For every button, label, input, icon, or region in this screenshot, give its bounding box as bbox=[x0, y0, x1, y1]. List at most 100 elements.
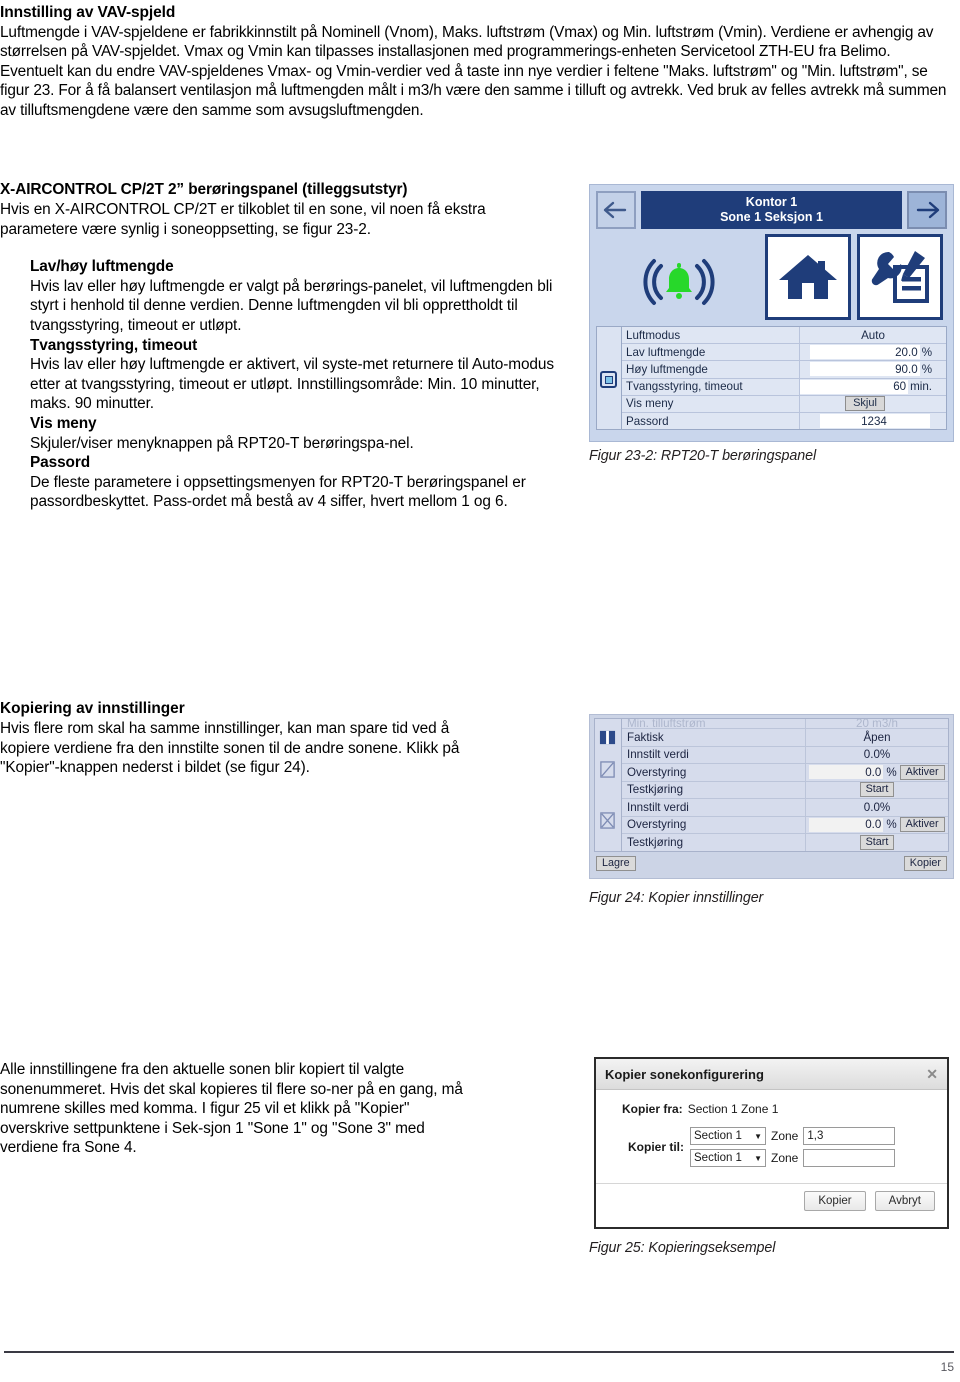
row-value: 0.0 % Aktiver bbox=[806, 764, 948, 781]
row-value: 60 min. bbox=[800, 379, 946, 395]
param-text: De fleste parametere i oppsettingsmenyen… bbox=[30, 473, 526, 511]
param-vis-meny: Vis meny Skjuler/viser menyknappen på RP… bbox=[30, 414, 560, 453]
section-cp2t-body: Hvis en X-AIRCONTROL CP/2T er tilkoblet … bbox=[0, 201, 486, 238]
nav-back-button[interactable] bbox=[596, 191, 636, 229]
kopier-button[interactable]: Kopier bbox=[903, 856, 947, 871]
nav-forward-button[interactable] bbox=[907, 191, 947, 229]
touchpanel-icon bbox=[600, 371, 617, 388]
home-button[interactable] bbox=[765, 234, 851, 320]
row-value: 0.0% bbox=[863, 800, 891, 814]
zone-table-rows: Min. tilluftstrøm 20 m3/h Faktisk Åpen I… bbox=[622, 719, 948, 851]
table-row: Testkjøring Start bbox=[622, 834, 948, 851]
table-row: Vis meny Skjul bbox=[622, 395, 946, 413]
row-label: Min. tilluftstrøm bbox=[622, 719, 806, 728]
section-select-1[interactable]: Section 1 ▼ bbox=[690, 1127, 766, 1145]
figure-25-caption: Figur 25: Kopieringseksempel bbox=[589, 1240, 776, 1256]
close-icon[interactable]: ✕ bbox=[926, 1067, 938, 1081]
table-row: Innstilt verdi 0.0% bbox=[622, 799, 948, 817]
row-value: 90.0 % bbox=[800, 361, 946, 377]
settings-button[interactable] bbox=[857, 234, 943, 320]
aktiver-button[interactable]: Aktiver bbox=[899, 764, 945, 780]
panel-table-rows: Luftmodus Auto Lav luftmengde 20.0 % Høy… bbox=[622, 327, 946, 430]
override-input[interactable]: 0.0 bbox=[809, 817, 884, 832]
value-input[interactable]: 60 bbox=[800, 379, 909, 394]
zone-parameter-table: Min. tilluftstrøm 20 m3/h Faktisk Åpen I… bbox=[594, 718, 949, 852]
row-value: 0.0 % Aktiver bbox=[806, 817, 948, 834]
damper-open-icon bbox=[600, 761, 615, 778]
alarm-indicator bbox=[642, 251, 716, 313]
start-button[interactable]: Start bbox=[859, 782, 895, 798]
value-input[interactable]: 20.0 bbox=[809, 345, 920, 360]
copy-to-line: Section 1 ▼ Zone bbox=[690, 1149, 896, 1167]
lagre-button[interactable]: Lagre bbox=[596, 856, 636, 871]
copy-from-row: Kopier fra: Section 1 Zone 1 bbox=[608, 1102, 935, 1116]
panel-table-gutter bbox=[597, 327, 622, 430]
row-label: Passord bbox=[622, 412, 800, 430]
zone-input-1[interactable]: 1,3 bbox=[803, 1127, 896, 1145]
table-row: Lav luftmengde 20.0 % bbox=[622, 344, 946, 362]
value-input[interactable]: 90.0 bbox=[809, 362, 920, 377]
zone-label-1: Zone bbox=[771, 1129, 799, 1143]
row-label: Høy luftmengde bbox=[622, 361, 800, 378]
param-title: Lav/høy luftmengde bbox=[30, 258, 174, 276]
copy-to-targets: Section 1 ▼ Zone 1,3 Section 1 ▼ Zone bbox=[690, 1127, 896, 1167]
table-row: Høy luftmengde 90.0 % bbox=[622, 361, 946, 379]
row-unit: % bbox=[921, 345, 932, 359]
row-label: Faktisk bbox=[622, 729, 806, 746]
zone-input-2[interactable] bbox=[803, 1149, 896, 1167]
table-row: Testkjøring Start bbox=[622, 781, 948, 799]
section-copy-example: Alle innstillingene fra den aktuelle son… bbox=[0, 1060, 480, 1158]
row-value: Start bbox=[806, 834, 948, 851]
row-unit: % bbox=[886, 818, 897, 832]
param-passord: Passord De fleste parametere i oppsettin… bbox=[30, 453, 560, 512]
override-input[interactable]: 0.0 bbox=[809, 765, 884, 780]
table-row: Faktisk Åpen bbox=[622, 729, 948, 747]
arrow-left-icon bbox=[603, 201, 627, 219]
dialog-kopier-button[interactable]: Kopier bbox=[804, 1191, 866, 1211]
section-kopiering: Kopiering av innstillinger Hvis flere ro… bbox=[0, 700, 500, 778]
table-row: Overstyring 0.0 % Aktiver bbox=[622, 816, 948, 834]
zone-table-gutter bbox=[595, 719, 622, 851]
section-select-2[interactable]: Section 1 ▼ bbox=[690, 1149, 766, 1167]
panel-title-line1: Kontor 1 bbox=[745, 195, 798, 209]
param-title: Vis meny bbox=[30, 414, 97, 432]
row-label: Innstilt verdi bbox=[622, 799, 806, 816]
zone-label-2: Zone bbox=[771, 1151, 799, 1165]
section-cp2t-heading: X-AIRCONTROL CP/2T 2” berøringspanel (ti… bbox=[0, 181, 408, 198]
section-cp2t: X-AIRCONTROL CP/2T 2” berøringspanel (ti… bbox=[0, 181, 560, 512]
copy-to-line: Section 1 ▼ Zone 1,3 bbox=[690, 1127, 896, 1145]
figure-kopier-innstillinger: Min. tilluftstrøm 20 m3/h Faktisk Åpen I… bbox=[589, 714, 954, 879]
skjul-button[interactable]: Skjul bbox=[845, 396, 885, 412]
section-select-1-value: Section 1 bbox=[694, 1130, 742, 1142]
dialog-titlebar: Kopier sonekonfigurering ✕ bbox=[596, 1059, 947, 1090]
panel-parameter-table: Luftmodus Auto Lav luftmengde 20.0 % Høy… bbox=[596, 326, 947, 431]
table-row: Luftmodus Auto bbox=[622, 327, 946, 345]
page-number: 15 bbox=[940, 1360, 954, 1374]
param-tvangsstyring-timeout: Tvangsstyring, timeout Hvis lav eller hø… bbox=[30, 336, 560, 414]
arrow-right-icon bbox=[916, 201, 940, 219]
dialog-footer: Kopier Avbryt bbox=[596, 1183, 947, 1211]
param-title: Tvangsstyring, timeout bbox=[30, 336, 198, 354]
section-kopiering-heading: Kopiering av innstillinger bbox=[0, 700, 185, 717]
row-label: Vis meny bbox=[622, 395, 800, 412]
start-button[interactable]: Start bbox=[859, 834, 895, 850]
aktiver-button[interactable]: Aktiver bbox=[899, 817, 945, 833]
panel-icon-row bbox=[596, 231, 947, 323]
row-label: Luftmodus bbox=[622, 327, 800, 344]
row-label: Overstyring bbox=[622, 764, 806, 781]
param-text: Hvis lav eller høy luftmengde er aktiver… bbox=[30, 356, 554, 413]
row-value: Auto bbox=[861, 328, 885, 342]
row-unit: min. bbox=[910, 380, 932, 394]
footer-divider bbox=[4, 1351, 954, 1353]
row-value: Start bbox=[806, 782, 948, 799]
copy-from-value: Section 1 Zone 1 bbox=[687, 1102, 779, 1116]
dialog-avbryt-button[interactable]: Avbryt bbox=[874, 1191, 935, 1211]
value-input[interactable]: 1234 bbox=[820, 414, 930, 429]
row-label: Lav luftmengde bbox=[622, 344, 800, 361]
row-value: 1234 bbox=[800, 413, 946, 429]
table-row: Overstyring 0.0 % Aktiver bbox=[622, 764, 948, 782]
table-row-clipped: Min. tilluftstrøm 20 m3/h bbox=[622, 719, 948, 729]
row-unit: % bbox=[921, 362, 932, 376]
row-value: 20 m3/h bbox=[856, 719, 898, 729]
row-label: Testkjøring bbox=[622, 834, 806, 851]
